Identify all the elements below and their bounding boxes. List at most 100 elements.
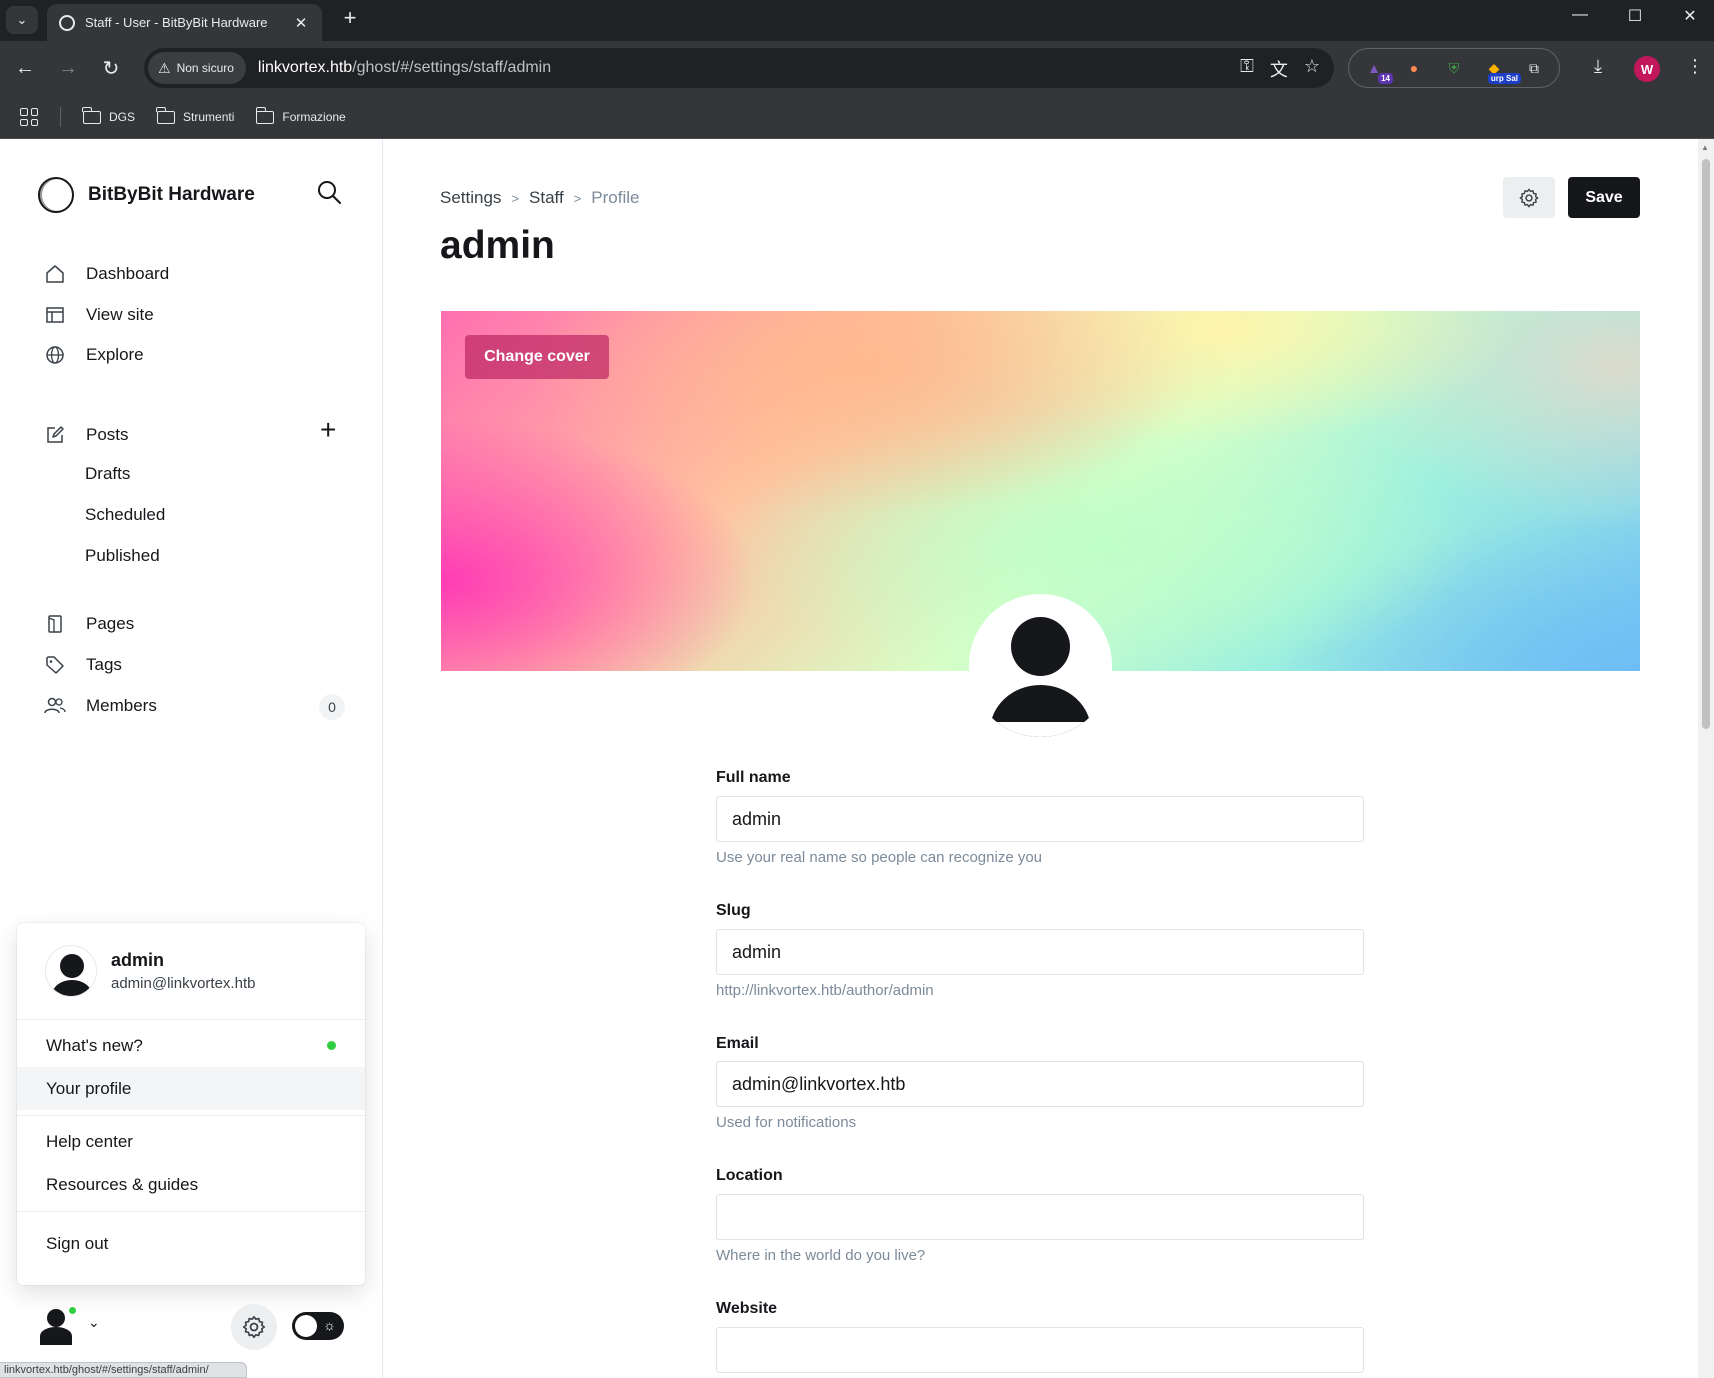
- ghost-admin: BitByBit Hardware Dashboard View site Ex…: [0, 139, 1714, 1378]
- slug-label: Slug: [716, 902, 751, 919]
- location-input[interactable]: [716, 1194, 1364, 1240]
- browser-status-url: linkvortex.htb/ghost/#/settings/staff/ad…: [0, 1362, 247, 1378]
- translate-icon[interactable]: 文: [1270, 56, 1288, 82]
- menu-item-label: Resources & guides: [46, 1174, 199, 1194]
- page-icon: [44, 613, 66, 635]
- brand[interactable]: BitByBit Hardware: [38, 177, 255, 213]
- nav-item-view-site[interactable]: View site: [44, 304, 154, 326]
- scroll-up-arrow-icon[interactable]: ▲: [1701, 143, 1709, 152]
- extension-hat-icon[interactable]: ▲ 14: [1361, 56, 1393, 84]
- nav-item-drafts[interactable]: Drafts: [85, 464, 130, 484]
- nav-item-dashboard[interactable]: Dashboard: [44, 263, 169, 285]
- search-icon[interactable]: [316, 179, 346, 209]
- url-host: linkvortex.htb: [257, 59, 353, 76]
- reload-button[interactable]: ↻: [97, 54, 125, 82]
- browser-toolbar: ← → ↻ ⚠ Non sicuro linkvortex.htb/ghost/…: [0, 41, 1714, 96]
- shield-extension-icon[interactable]: ⛨: [1441, 56, 1467, 80]
- extensions-puzzle-icon[interactable]: ⧉: [1521, 56, 1547, 80]
- nav-item-posts[interactable]: Posts: [44, 424, 129, 446]
- new-post-plus-icon[interactable]: +: [320, 416, 336, 444]
- window-close-button[interactable]: ✕: [1670, 6, 1710, 26]
- bookmark-folder-formazione[interactable]: Formazione: [255, 106, 346, 124]
- bookmarks-bar: DGS Strumenti Formazione: [0, 96, 1714, 139]
- new-tab-button[interactable]: +: [336, 5, 364, 31]
- email-hint: Used for notifications: [716, 1114, 857, 1131]
- layout-icon: [44, 304, 66, 326]
- window-maximize-button[interactable]: ☐: [1615, 6, 1655, 26]
- menu-item-sign-out[interactable]: Sign out: [17, 1222, 365, 1265]
- new-indicator-dot: [327, 1041, 336, 1050]
- nav-item-published[interactable]: Published: [85, 546, 160, 566]
- email-label: Email: [716, 1035, 759, 1052]
- gear-icon: [1519, 188, 1539, 207]
- main-content: Settings > Staff > Profile admin Save Ch…: [384, 139, 1698, 1378]
- user-actions-button[interactable]: [1503, 177, 1555, 218]
- window-minimize-button[interactable]: —: [1560, 6, 1600, 24]
- site-logo-icon: [38, 177, 74, 213]
- bookmark-label: Strumenti: [183, 110, 235, 124]
- website-input[interactable]: [716, 1327, 1364, 1373]
- tab-close-icon[interactable]: ✕: [292, 14, 310, 32]
- menu-item-whats-new[interactable]: What's new?: [17, 1024, 365, 1067]
- address-bar[interactable]: ⚠ Non sicuro linkvortex.htb/ghost/#/sett…: [144, 48, 1334, 88]
- url-path: /ghost/#/settings/staff/admin: [352, 59, 552, 76]
- security-badge[interactable]: ⚠ Non sicuro: [148, 52, 246, 84]
- user-menu-popover: admin admin@linkvortex.htb What's new? Y…: [17, 923, 365, 1285]
- chevron-down-icon[interactable]: ⌄: [88, 1314, 100, 1331]
- page-scrollbar[interactable]: ▲: [1698, 139, 1714, 1378]
- breadcrumb-chevron-icon: >: [573, 190, 582, 206]
- browser-tabstrip: ⌄ Staff - User - BitByBit Hardware ✕ + —…: [0, 0, 1714, 41]
- security-label: Non sicuro: [176, 61, 234, 75]
- nav-label: View site: [86, 305, 154, 324]
- bookmark-folder-dgs[interactable]: DGS: [82, 106, 135, 124]
- back-button[interactable]: ←: [11, 54, 39, 82]
- settings-gear-button[interactable]: [231, 1304, 277, 1350]
- profile-avatar[interactable]: W: [1634, 56, 1660, 82]
- apps-grid-icon[interactable]: [20, 108, 38, 126]
- menu-item-help-center[interactable]: Help center: [17, 1120, 365, 1163]
- nav-item-scheduled[interactable]: Scheduled: [85, 505, 165, 525]
- browser-menu-icon[interactable]: ⋮: [1686, 56, 1704, 77]
- change-cover-button[interactable]: Change cover: [465, 335, 609, 379]
- cookie-extension-icon[interactable]: ●: [1401, 56, 1427, 80]
- menu-item-label: Help center: [46, 1131, 133, 1151]
- menu-item-resources[interactable]: Resources & guides: [17, 1163, 365, 1206]
- breadcrumb: Settings > Staff > Profile: [440, 188, 639, 208]
- tab-search-button[interactable]: ⌄: [6, 6, 38, 34]
- dark-mode-toggle[interactable]: ☼: [292, 1312, 344, 1340]
- download-icon[interactable]: ⤓: [1594, 56, 1602, 77]
- browser-tab-active[interactable]: Staff - User - BitByBit Hardware ✕: [47, 4, 322, 41]
- full-name-input[interactable]: [716, 796, 1364, 842]
- scrollbar-thumb[interactable]: [1702, 159, 1710, 729]
- menu-item-label: Your profile: [46, 1078, 132, 1098]
- save-button[interactable]: Save: [1568, 177, 1640, 218]
- forward-button[interactable]: →: [54, 54, 82, 82]
- breadcrumb-settings[interactable]: Settings: [440, 188, 501, 208]
- nav-item-tags[interactable]: Tags: [44, 654, 122, 676]
- sidebar: BitByBit Hardware Dashboard View site Ex…: [0, 139, 383, 1378]
- bookmark-star-icon[interactable]: ☆: [1304, 56, 1320, 82]
- bookmark-folder-strumenti[interactable]: Strumenti: [156, 106, 235, 124]
- nav-item-members[interactable]: Members: [44, 695, 157, 717]
- folder-icon: [82, 106, 101, 124]
- breadcrumb-staff[interactable]: Staff: [529, 188, 564, 208]
- profile-picture[interactable]: [969, 594, 1112, 737]
- user-avatar: [45, 945, 97, 997]
- nav-item-explore[interactable]: Explore: [44, 344, 144, 366]
- gear-icon: [242, 1315, 266, 1339]
- extensions-group: ▲ 14 ● ⛨ ◆ urp Sal ⧉: [1348, 48, 1560, 88]
- home-icon: [44, 263, 66, 285]
- bookmarks-divider: [60, 107, 61, 127]
- slug-url-hint: http://linkvortex.htb/author/admin: [716, 982, 934, 999]
- menu-divider: [17, 1211, 365, 1212]
- nav-item-pages[interactable]: Pages: [44, 613, 134, 635]
- website-label: Website: [716, 1300, 778, 1317]
- user-menu-avatar-button[interactable]: [38, 1305, 78, 1345]
- url-text: linkvortex.htb/ghost/#/settings/staff/ad…: [258, 59, 551, 77]
- password-key-icon[interactable]: ⚿: [1240, 56, 1254, 82]
- menu-item-your-profile[interactable]: Your profile: [17, 1067, 365, 1110]
- burp-extension-icon[interactable]: ◆ urp Sal: [1481, 56, 1521, 84]
- slug-input[interactable]: [716, 929, 1364, 975]
- email-input[interactable]: [716, 1061, 1364, 1107]
- folder-icon: [255, 106, 275, 124]
